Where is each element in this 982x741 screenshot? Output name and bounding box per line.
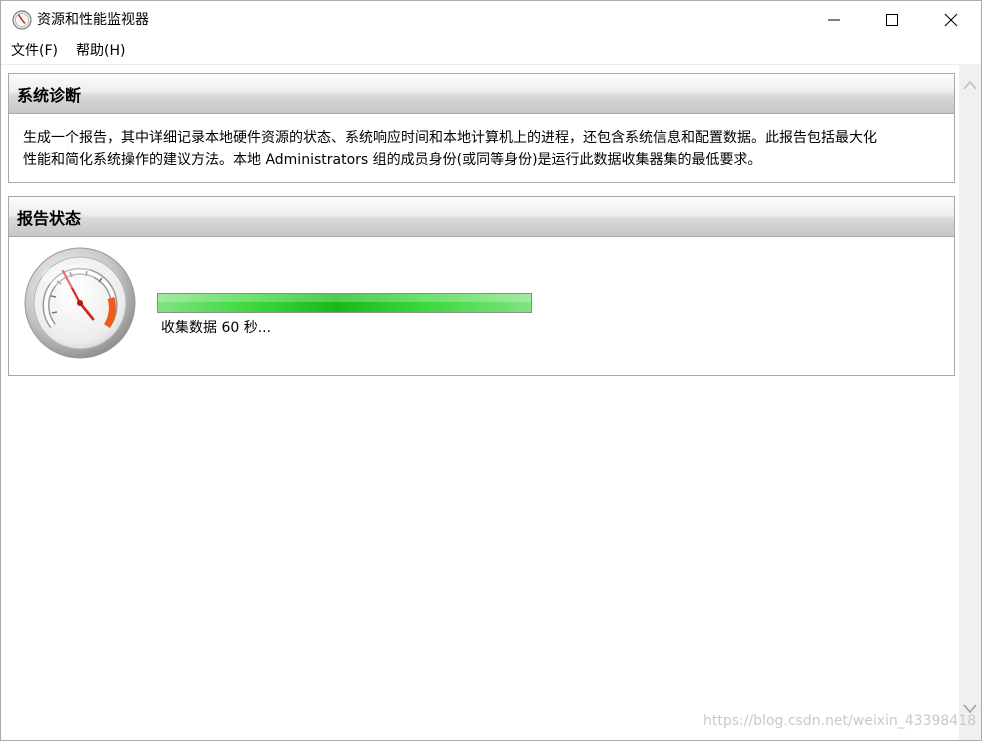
- minimize-icon: [828, 19, 840, 21]
- system-diagnostics-header[interactable]: 系统诊断: [9, 74, 954, 114]
- window-title: 资源和性能监视器: [37, 12, 149, 28]
- system-diagnostics-description: 生成一个报告，其中详细记录本地硬件资源的状态、系统响应时间和本地计算机上的进程，…: [9, 114, 954, 171]
- progress-status-text: 收集数据 60 秒...: [161, 320, 272, 336]
- close-icon: [944, 13, 958, 27]
- progress-fill: [158, 294, 531, 312]
- report-status-panel: 报告状态 收集数据 60 秒...: [8, 196, 955, 376]
- description-line-1: 生成一个报告，其中详细记录本地硬件资源的状态、系统响应时间和本地计算机上的进程，…: [23, 130, 877, 146]
- menu-help[interactable]: 帮助(H): [76, 42, 125, 60]
- system-diagnostics-panel: 系统诊断 生成一个报告，其中详细记录本地硬件资源的状态、系统响应时间和本地计算机…: [8, 73, 955, 183]
- system-diagnostics-title: 系统诊断: [17, 85, 82, 105]
- menu-file[interactable]: 文件(F): [11, 42, 58, 60]
- app-window: 资源和性能监视器 文件(F) 帮助(H) 系统诊断 生成一个报告，其中详细记录本…: [0, 0, 982, 741]
- maximize-icon: [886, 14, 898, 26]
- gauge-icon: [12, 10, 32, 30]
- content-area: 系统诊断 生成一个报告，其中详细记录本地硬件资源的状态、系统响应时间和本地计算机…: [1, 64, 959, 740]
- vertical-scrollbar[interactable]: [959, 64, 981, 740]
- collection-progress-bar: [157, 293, 532, 313]
- menu-bar: 文件(F) 帮助(H): [1, 39, 981, 63]
- close-button[interactable]: [922, 1, 980, 39]
- maximize-button[interactable]: [863, 1, 921, 39]
- report-status-title: 报告状态: [17, 208, 82, 228]
- chevron-up-icon: [963, 80, 977, 90]
- report-status-header[interactable]: 报告状态: [9, 197, 954, 237]
- watermark-text: https://blog.csdn.net/weixin_43398418: [703, 713, 977, 729]
- minimize-button[interactable]: [805, 1, 863, 39]
- scroll-up-button[interactable]: [959, 80, 981, 98]
- description-line-2: 性能和简化系统操作的建议方法。本地 Administrators 组的成员身份(…: [23, 152, 762, 168]
- speedometer-icon: [24, 247, 136, 359]
- title-bar[interactable]: 资源和性能监视器: [1, 1, 981, 39]
